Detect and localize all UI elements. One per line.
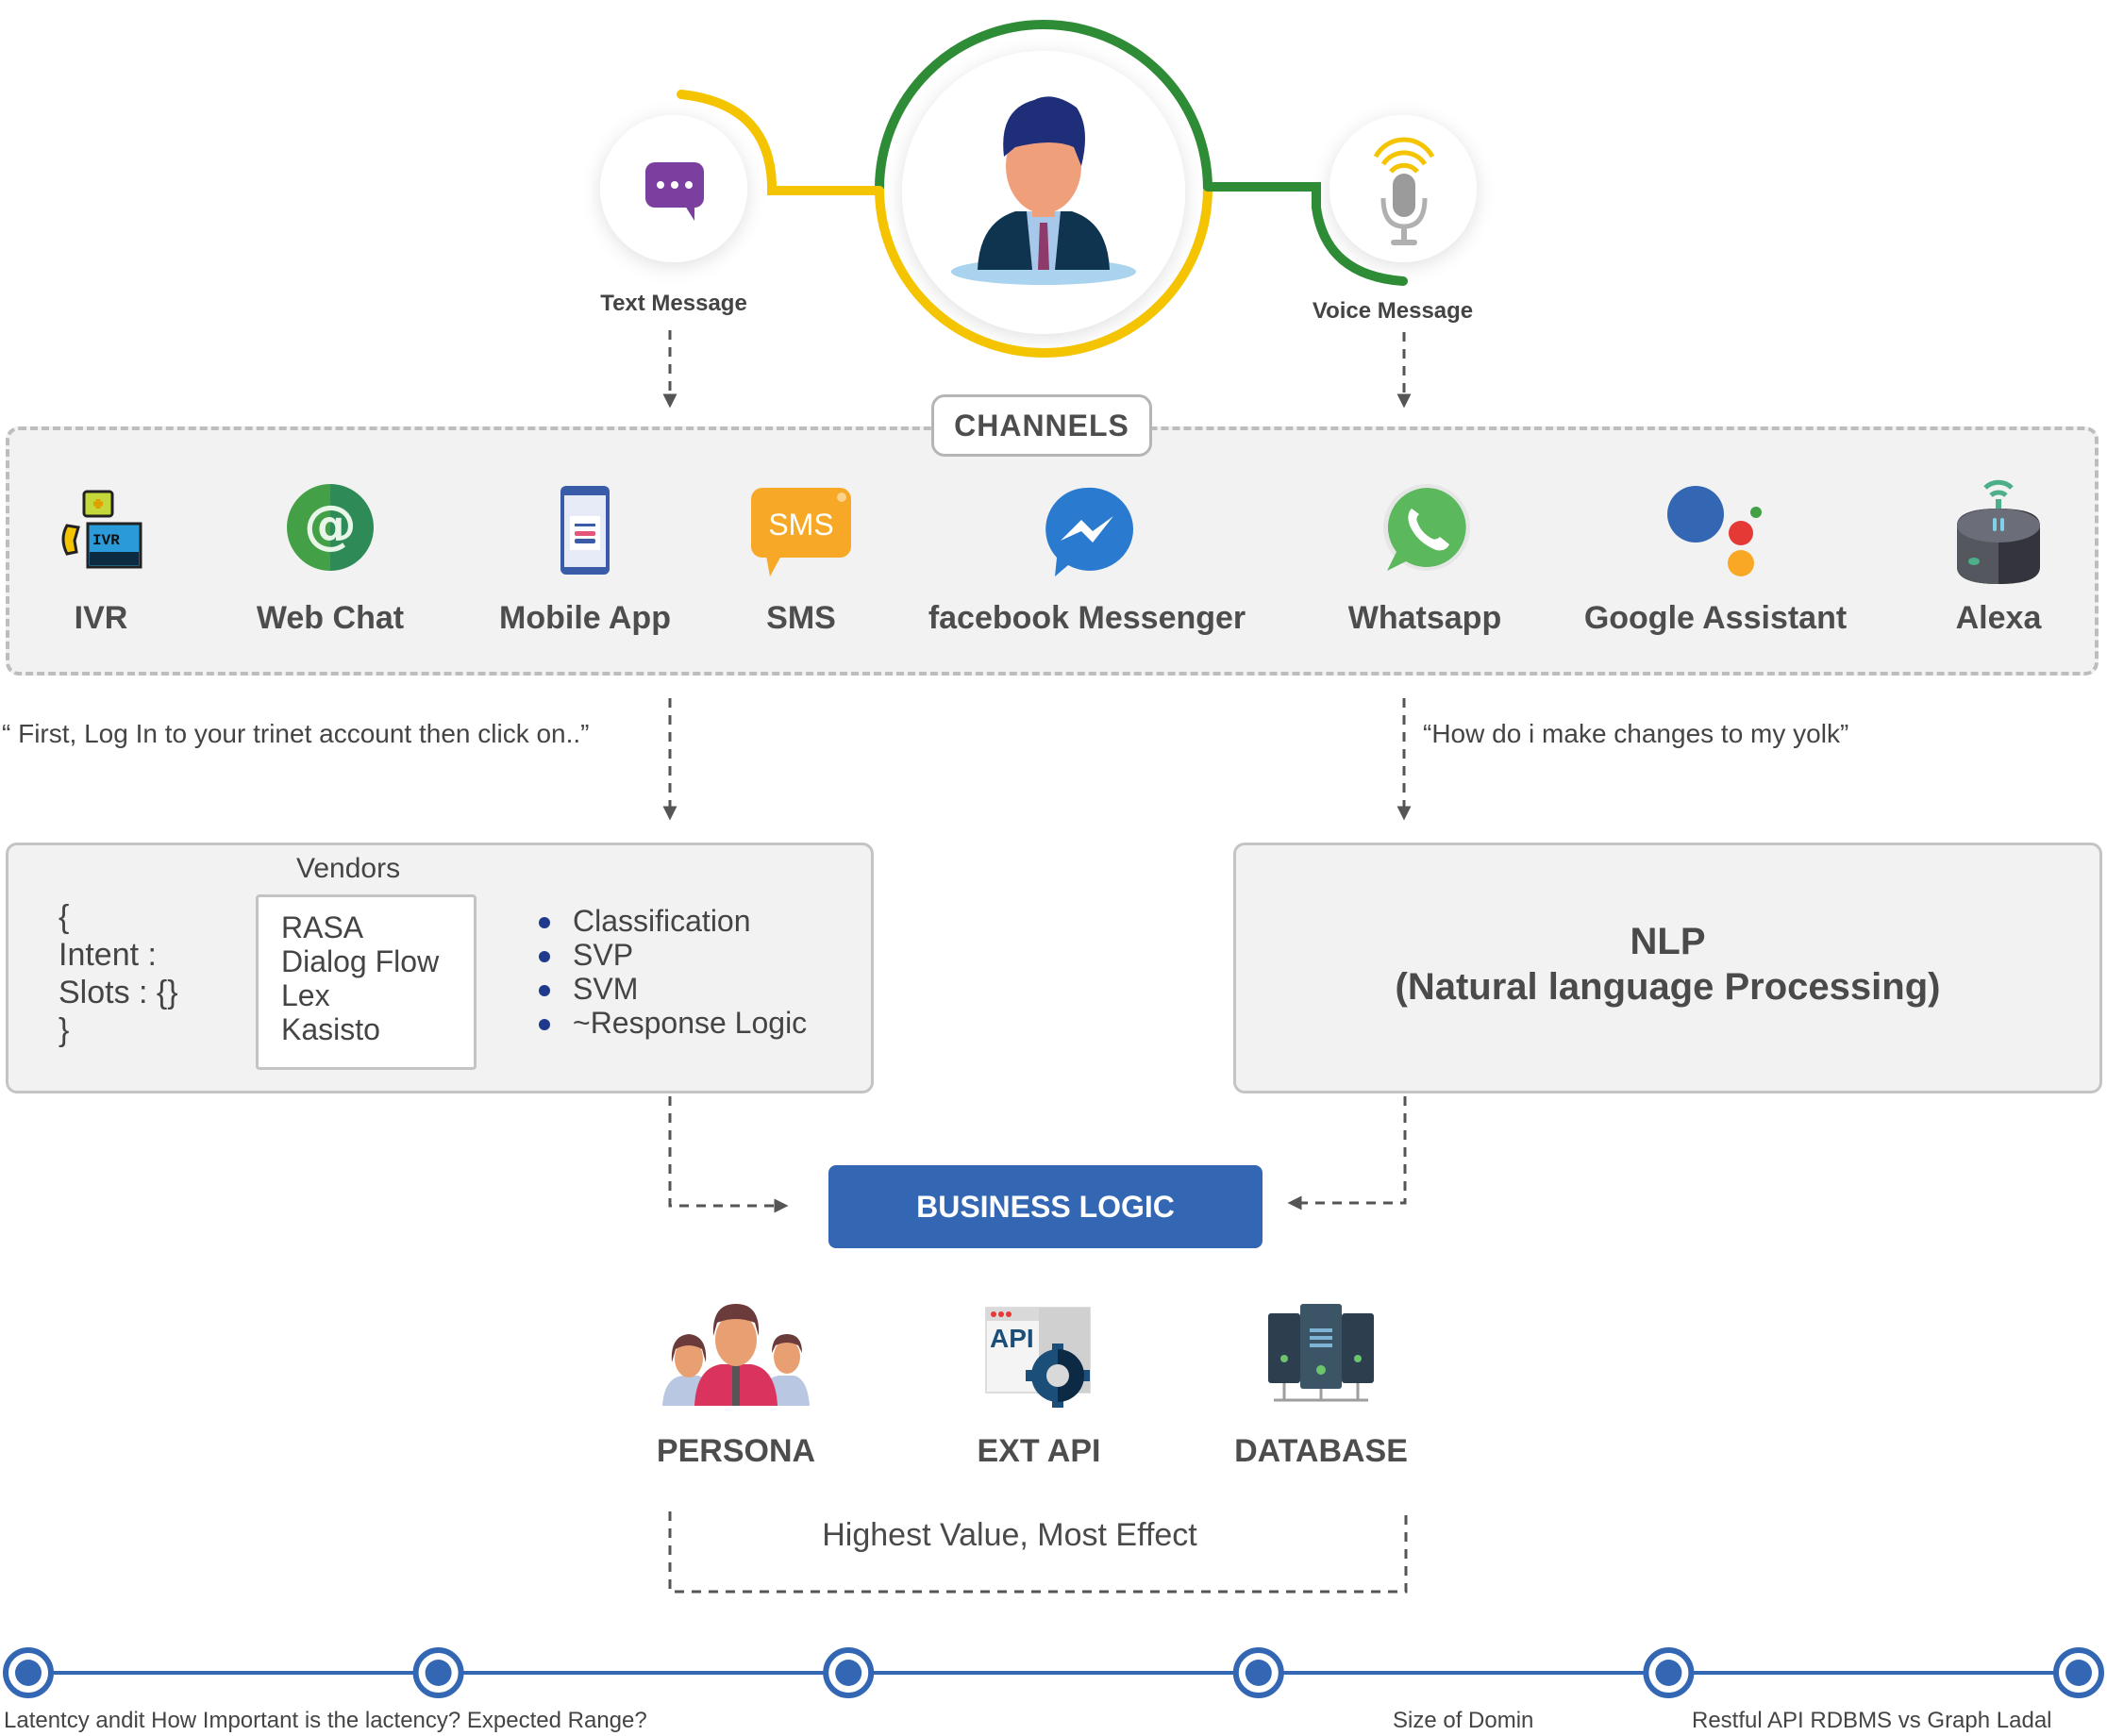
svg-text:API: API xyxy=(990,1324,1034,1353)
channel-label: facebook Messenger xyxy=(928,600,1246,636)
timeline-node-dot xyxy=(425,1660,452,1686)
resource-database: DATABASE xyxy=(1217,1302,1425,1470)
intent-line: Slots : {} xyxy=(59,975,178,1010)
chat-bubble-icon xyxy=(642,159,708,225)
api-gear-icon: API xyxy=(982,1302,1095,1412)
intent-line: Intent : xyxy=(59,937,157,973)
nlp-text: NLP (Natural language Processing) xyxy=(1233,919,2102,1010)
channel-sms[interactable]: SMS SMS xyxy=(735,479,867,637)
channel-google-assistant[interactable]: Google Assistant xyxy=(1574,479,1857,637)
at-sign-chat-icon: @ xyxy=(278,479,382,583)
vendor-item: Kasisto xyxy=(281,1012,380,1046)
resource-persona: PERSONA xyxy=(651,1302,821,1470)
vendor-item: Dialog Flow xyxy=(281,944,440,978)
timeline-node-dot xyxy=(15,1660,42,1686)
channel-web-chat[interactable]: @ Web Chat xyxy=(236,479,425,637)
arrow-nlp-to-business xyxy=(1287,1096,1407,1210)
messenger-icon xyxy=(1035,479,1139,583)
resource-label: DATABASE xyxy=(1234,1433,1408,1469)
channel-label: Google Assistant xyxy=(1583,600,1848,636)
quote-voice-channel: “How do i make changes to my yolk” xyxy=(1423,719,1849,748)
intent-line: } xyxy=(59,1012,70,1048)
google-assistant-icon xyxy=(1664,479,1767,583)
resource-label: PERSONA xyxy=(656,1433,816,1469)
channel-ivr[interactable]: IVR IVR xyxy=(49,479,153,637)
timeline-node-dot xyxy=(1245,1660,1272,1686)
technique-list: Classification SVP SVM ~Response Logic xyxy=(539,904,807,1040)
ivr-icon: IVR xyxy=(49,479,153,583)
channel-whatsapp[interactable]: Whatsapp xyxy=(1330,479,1519,637)
sms-bubble-icon: SMS xyxy=(749,479,853,583)
svg-text:IVR: IVR xyxy=(92,532,120,549)
svg-text:@: @ xyxy=(304,494,357,556)
people-group-icon xyxy=(661,1302,811,1412)
svg-text:SMS: SMS xyxy=(768,508,833,542)
channel-alexa[interactable]: Alexa xyxy=(1942,479,2055,637)
smart-speaker-icon xyxy=(1947,479,2050,584)
timeline-label: Size of Domin xyxy=(1393,1708,1534,1733)
technique-item: ~Response Logic xyxy=(539,1006,807,1040)
technique-item: Classification xyxy=(539,904,807,938)
intent-schema: { Intent : Slots : {} } xyxy=(59,898,178,1049)
channel-label: SMS xyxy=(766,600,836,636)
nlp-title: NLP xyxy=(1630,921,1706,962)
vendor-item: RASA xyxy=(281,910,364,944)
arrow-vendors-to-business xyxy=(668,1096,789,1213)
quote-text-channel: “ First, Log In to your trinet account t… xyxy=(2,719,590,748)
business-logic-box: BUSINESS LOGIC xyxy=(828,1165,1263,1248)
resource-ext-api: API EXT API xyxy=(954,1302,1124,1470)
timeline-label: Latentcy andit How Important is the lact… xyxy=(4,1708,647,1733)
intent-line: { xyxy=(59,899,70,935)
text-message-label: Text Message xyxy=(600,291,747,316)
smartphone-icon xyxy=(533,479,637,583)
summary-label: Highest Value, Most Effect xyxy=(822,1517,1197,1553)
channel-label: Whatsapp xyxy=(1347,600,1502,636)
server-database-icon xyxy=(1264,1302,1378,1412)
channel-label: Web Chat xyxy=(256,600,405,636)
user-avatar-icon xyxy=(949,91,1138,289)
vendor-item: Lex xyxy=(281,978,330,1012)
channel-label: Alexa xyxy=(1955,600,2042,636)
vendor-list: RASA Dialog Flow Lex Kasisto xyxy=(256,894,477,1070)
resource-label: EXT API xyxy=(977,1433,1101,1469)
voice-message-label: Voice Message xyxy=(1312,298,1474,324)
timeline-node-dot xyxy=(2065,1660,2092,1686)
whatsapp-icon xyxy=(1373,479,1477,583)
channel-label: Mobile App xyxy=(499,600,671,636)
vendors-title: Vendors xyxy=(296,853,401,884)
timeline-node-dot xyxy=(1655,1660,1682,1686)
technique-item: SVP xyxy=(539,938,807,972)
channel-label: IVR xyxy=(74,600,128,636)
nlp-subtitle: (Natural language Processing) xyxy=(1395,966,1941,1008)
microphone-icon xyxy=(1368,132,1440,251)
channel-mobile-app[interactable]: Mobile App xyxy=(491,479,679,637)
timeline-label: Restful API RDBMS vs Graph Ladal xyxy=(1692,1708,2052,1733)
channel-facebook-messenger[interactable]: facebook Messenger xyxy=(908,479,1266,637)
channels-title: CHANNELS xyxy=(931,394,1152,457)
timeline-node-dot xyxy=(835,1660,862,1686)
technique-item: SVM xyxy=(539,972,807,1006)
